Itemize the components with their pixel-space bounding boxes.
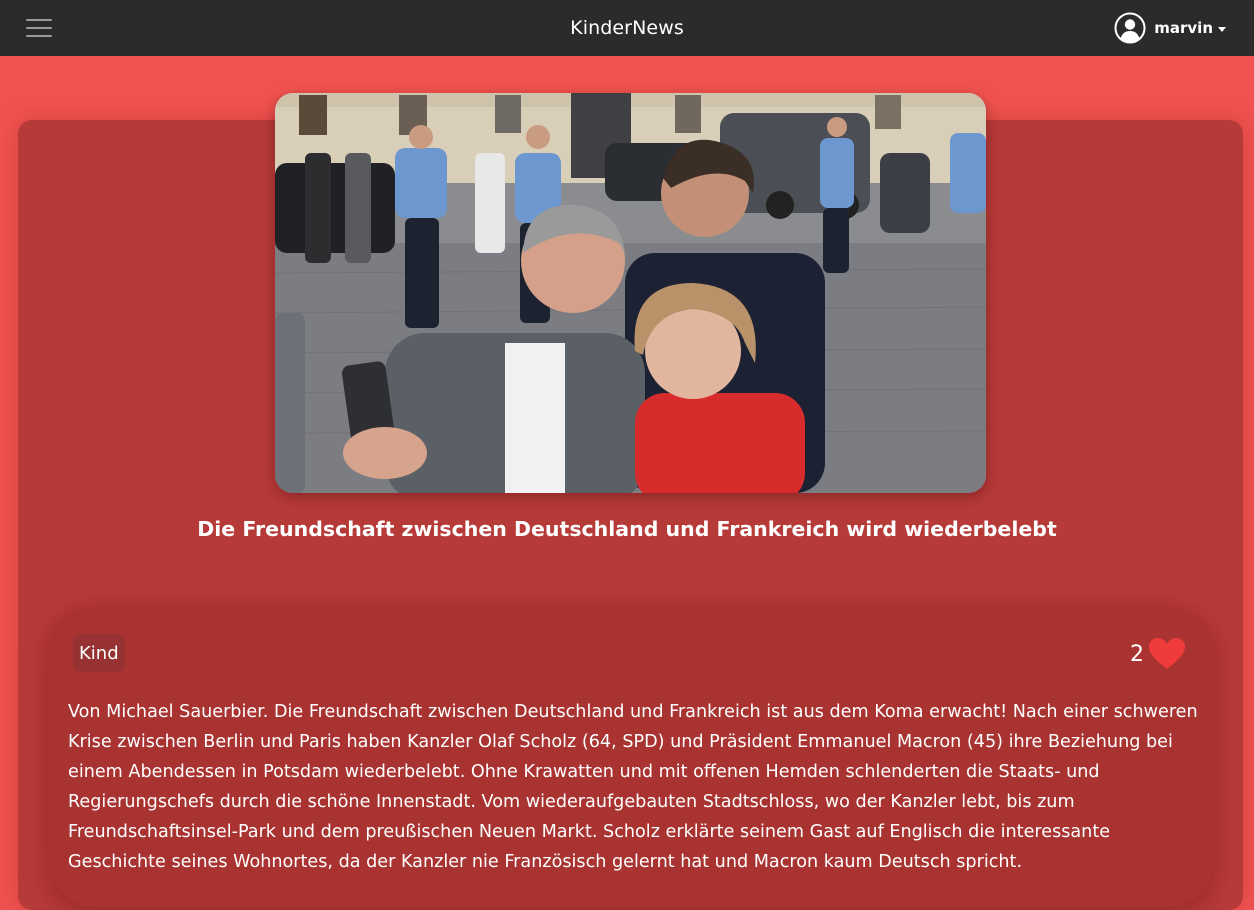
article-hero-image[interactable] bbox=[275, 93, 986, 493]
username-label: marvin bbox=[1154, 19, 1213, 37]
heart-icon bbox=[1149, 638, 1185, 669]
category-tag[interactable]: Kind bbox=[73, 634, 125, 672]
top-navbar: KinderNews marvin bbox=[0, 0, 1254, 56]
article-title: Die Freundschaft zwischen Deutschland un… bbox=[197, 517, 1057, 541]
chevron-down-icon bbox=[1218, 26, 1226, 32]
like-count: 2 bbox=[1130, 641, 1144, 667]
brand-title[interactable]: KinderNews bbox=[0, 17, 1254, 39]
user-menu-dropdown[interactable]: marvin bbox=[1114, 12, 1226, 44]
article-body-text: Von Michael Sauerbier. Die Freundschaft … bbox=[68, 702, 1198, 872]
user-circle-icon bbox=[1114, 12, 1146, 44]
like-button[interactable]: 2 bbox=[1130, 636, 1186, 672]
selfie-photo-image bbox=[275, 93, 986, 493]
